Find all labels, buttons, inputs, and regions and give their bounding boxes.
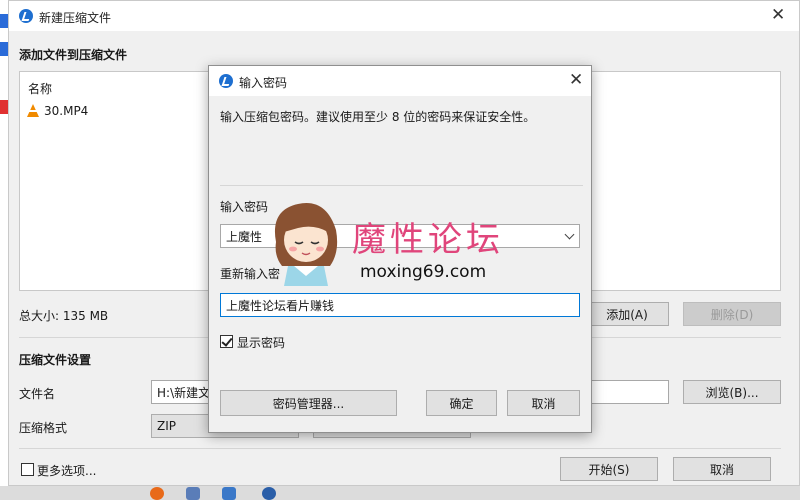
list-item[interactable]: 30.MP4 <box>26 104 88 118</box>
close-icon[interactable]: ✕ <box>771 7 785 24</box>
background-fragment <box>0 42 8 56</box>
taskbar-app-icon[interactable] <box>222 487 236 500</box>
taskbar-app-icon[interactable] <box>150 487 164 500</box>
password-hint: 输入压缩包密码。建议使用至少 8 位的密码来保证安全性。 <box>220 110 536 124</box>
taskbar <box>0 486 800 500</box>
close-icon[interactable]: ✕ <box>569 72 583 89</box>
delete-button[interactable]: 删除(D) <box>683 302 781 326</box>
password-label: 输入密码 <box>220 200 269 214</box>
divider <box>220 185 583 186</box>
taskbar-app-icon[interactable] <box>262 487 276 500</box>
ok-button[interactable]: 确定 <box>426 390 497 416</box>
app-logo-icon <box>219 74 233 88</box>
background-fragment <box>0 14 8 28</box>
vlc-cone-icon <box>26 104 40 118</box>
reenter-password-input[interactable]: 上魔性论坛看片赚钱 <box>220 293 580 317</box>
more-options-checkbox[interactable] <box>21 463 34 476</box>
more-options-label: 更多选项... <box>37 464 97 478</box>
start-button[interactable]: 开始(S) <box>560 457 658 481</box>
mascot-girl-icon <box>274 203 338 286</box>
dialog-cancel-button[interactable]: 取消 <box>507 390 580 416</box>
file-name: 30.MP4 <box>44 104 89 118</box>
password-manager-button[interactable]: 密码管理器... <box>220 390 397 416</box>
filename-label: 文件名 <box>19 387 56 401</box>
window-title: 新建压缩文件 <box>39 11 112 25</box>
background-fragment <box>0 100 8 114</box>
total-size: 总大小: 135 MB <box>19 309 109 323</box>
show-password-checkbox[interactable] <box>220 335 233 348</box>
chevron-down-icon[interactable] <box>564 229 575 240</box>
background-window-edge <box>0 0 8 500</box>
title-bar: 新建压缩文件 ✕ <box>9 1 799 31</box>
app-logo-icon <box>19 9 33 23</box>
browse-button[interactable]: 浏览(B)... <box>683 380 781 404</box>
cancel-button[interactable]: 取消 <box>673 457 771 481</box>
watermark-url: moxing69.com <box>360 262 487 282</box>
dialog-title-bar: 输入密码 ✕ <box>209 66 591 96</box>
show-password-label: 显示密码 <box>237 336 286 350</box>
dialog-title: 输入密码 <box>239 76 288 90</box>
column-header-name[interactable]: 名称 <box>28 80 52 97</box>
add-button[interactable]: 添加(A) <box>585 302 669 326</box>
format-label: 压缩格式 <box>19 421 68 435</box>
add-files-heading: 添加文件到压缩文件 <box>19 48 128 62</box>
taskbar-app-icon[interactable] <box>186 487 200 500</box>
password-value: 上魔性 <box>226 229 263 244</box>
divider <box>19 448 781 449</box>
watermark-logo-text: 魔性论坛 <box>352 220 504 260</box>
settings-heading: 压缩文件设置 <box>19 353 92 367</box>
